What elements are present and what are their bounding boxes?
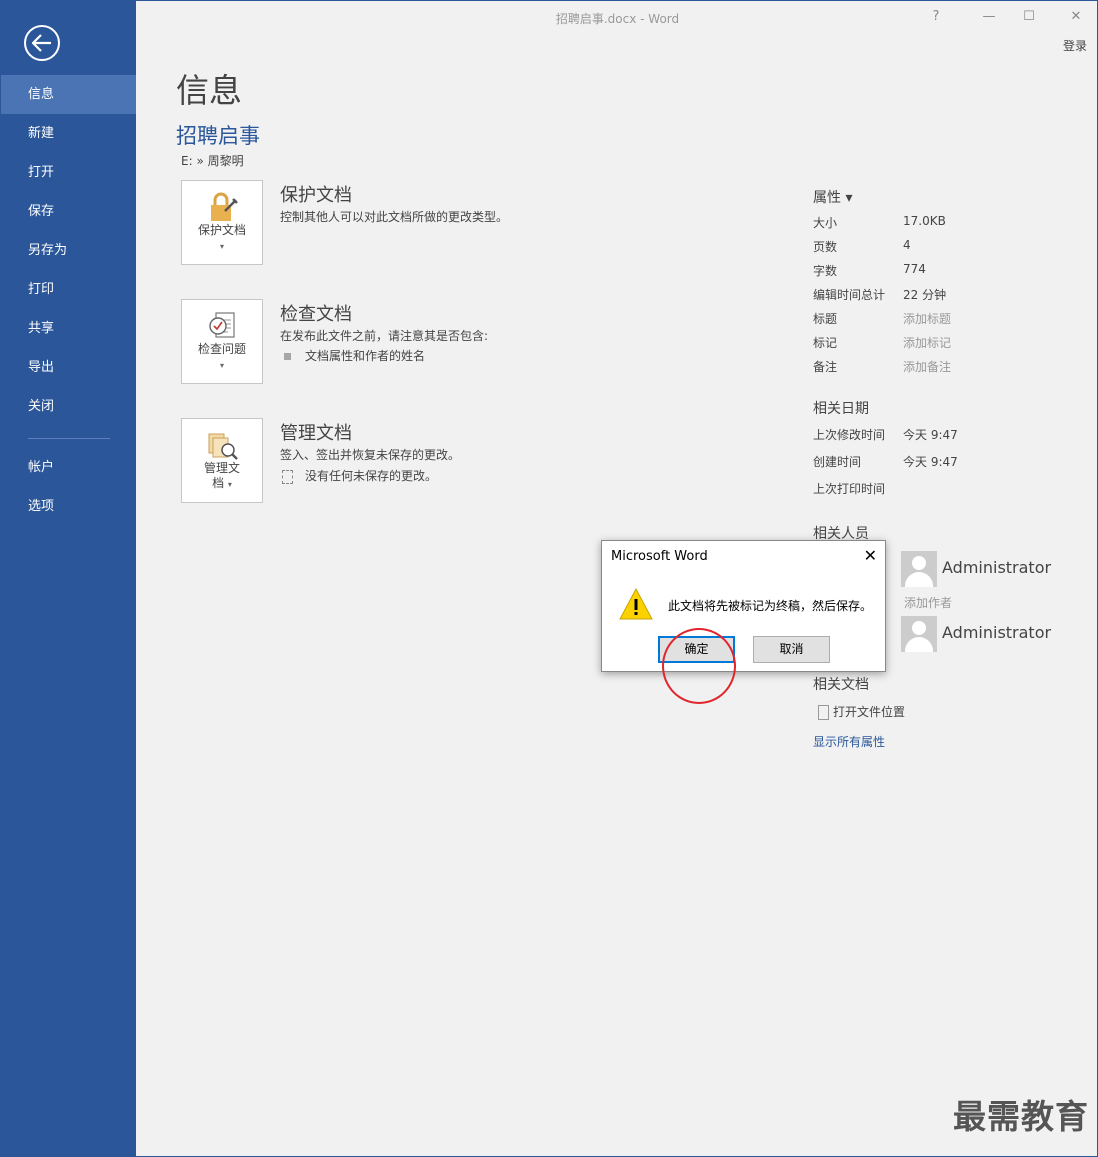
sidebar-divider [28, 438, 110, 439]
add-author-link[interactable]: 添加作者 [904, 594, 952, 611]
help-button[interactable]: ? [924, 6, 948, 28]
add-tags-field[interactable]: 添加标记 [903, 334, 951, 351]
word-window: 信息 新建 打开 保存 另存为 打印 共享 导出 关闭 帐户 选项 招聘启事.d… [0, 0, 1098, 1157]
author-name: Administrator [942, 558, 1052, 577]
sidebar-item-save[interactable]: 保存 [1, 192, 136, 231]
dialog-body: 此文档将先被标记为终稿，然后保存。 [602, 572, 885, 671]
avatar [901, 551, 937, 587]
prop-val-pages: 4 [903, 238, 911, 252]
dialog-message: 此文档将先被标记为终稿，然后保存。 [668, 599, 873, 613]
date-val-modified: 今天 9:47 [903, 428, 958, 442]
sidebar-item-new[interactable]: 新建 [1, 114, 136, 153]
protect-document-button[interactable]: 保护文档 ▾ [181, 180, 263, 265]
prop-key-words: 字数 [813, 264, 838, 278]
prop-key-size: 大小 [813, 216, 838, 230]
add-comments-field[interactable]: 添加备注 [903, 358, 951, 375]
sidebar-item-account[interactable]: 帐户 [1, 448, 136, 487]
document-path[interactable]: E: » 周黎明 [181, 152, 244, 169]
protect-heading: 保护文档 [280, 185, 352, 206]
prop-key-comments: 备注 [813, 360, 838, 374]
prop-val-size: 17.0KB [903, 214, 946, 228]
inspect-bullet: 文档属性和作者的姓名 [284, 347, 425, 364]
prop-key-tags: 标记 [813, 336, 838, 350]
manage-versions-icon [206, 429, 240, 463]
avatar [901, 616, 937, 652]
prop-key-pages: 页数 [813, 240, 838, 254]
manage-heading: 管理文档 [280, 423, 352, 444]
sidebar-item-export[interactable]: 导出 [1, 348, 136, 387]
signin-link[interactable]: 登录 [1063, 37, 1087, 54]
watermark-logo: 最需教育 [953, 1097, 1089, 1136]
date-val-created: 今天 9:47 [903, 455, 958, 469]
prop-key-edit-time: 编辑时间总计 [813, 288, 886, 302]
sidebar-item-share[interactable]: 共享 [1, 309, 136, 348]
document-icon [282, 469, 293, 484]
confirm-dialog: Microsoft Word ✕ 此文档将先被标记为终稿，然后保存。 确定 取消 [601, 540, 886, 672]
chevron-down-icon: ▾ [219, 242, 224, 251]
show-all-properties-link[interactable]: 显示所有属性 [813, 733, 885, 750]
manage-bullet: 没有任何未保存的更改。 [282, 467, 437, 484]
backstage-sidebar: 信息 新建 打开 保存 另存为 打印 共享 导出 关闭 帐户 选项 [1, 1, 136, 1156]
manage-tile-label-line2: 档 [212, 476, 225, 490]
close-window-button[interactable]: ✕ [1064, 6, 1088, 28]
date-key-modified: 上次修改时间 [813, 428, 886, 442]
manage-description: 签入、签出并恢复未保存的更改。 [280, 448, 461, 462]
related-dates-heading: 相关日期 [813, 401, 869, 417]
protect-description: 控制其他人可以对此文档所做的更改类型。 [280, 210, 509, 224]
document-title: 招聘启事 [176, 124, 260, 148]
sidebar-item-options[interactable]: 选项 [1, 487, 136, 526]
lock-icon [206, 191, 240, 225]
open-file-location-label: 打开文件位置 [833, 705, 906, 719]
add-title-field[interactable]: 添加标题 [903, 310, 951, 327]
window-title: 招聘启事.docx - Word [555, 12, 680, 26]
inspect-bullet-text: 文档属性和作者的姓名 [305, 349, 426, 363]
page-title: 信息 [176, 71, 242, 110]
prop-val-words: 774 [903, 262, 926, 276]
properties-dropdown[interactable]: 属性 ▾ [813, 187, 852, 207]
sidebar-item-open[interactable]: 打开 [1, 153, 136, 192]
prop-key-title: 标题 [813, 312, 838, 326]
bullet-square-icon [284, 353, 291, 360]
dialog-close-icon[interactable]: ✕ [864, 546, 877, 565]
last-modified-by-name: Administrator [942, 623, 1052, 642]
cancel-button[interactable]: 取消 [753, 636, 830, 663]
related-documents-heading: 相关文档 [813, 677, 869, 693]
dialog-title: Microsoft Word [611, 549, 708, 564]
restore-button[interactable]: ☐ [1017, 6, 1041, 28]
sidebar-item-close[interactable]: 关闭 [1, 387, 136, 426]
check-issues-button[interactable]: 检查问题 ▾ [181, 299, 263, 384]
open-file-location-link[interactable]: 打开文件位置 [818, 703, 905, 720]
manage-tile-label-line1: 管理文 [203, 461, 240, 475]
highlight-circle [662, 628, 736, 704]
chevron-down-icon: ▾ [219, 361, 224, 370]
inspect-document-icon [206, 310, 240, 344]
date-key-created: 创建时间 [813, 455, 862, 469]
sidebar-item-save-as[interactable]: 另存为 [1, 231, 136, 270]
dialog-titlebar: Microsoft Word ✕ [602, 541, 885, 572]
manage-document-button[interactable]: 管理文档 ▾ [181, 418, 263, 503]
manage-bullet-text: 没有任何未保存的更改。 [305, 469, 438, 483]
back-arrow-icon[interactable] [24, 25, 60, 61]
check-issues-tile-label: 检查问题 [197, 342, 246, 356]
inspect-description: 在发布此文件之前，请注意其是否包含: [280, 329, 489, 343]
protect-tile-label: 保护文档 [197, 223, 246, 237]
warning-icon [619, 587, 653, 624]
file-icon [818, 705, 829, 720]
minimize-button[interactable]: — [977, 6, 1001, 28]
date-key-printed: 上次打印时间 [813, 482, 886, 496]
chevron-down-icon: ▾ [227, 480, 232, 489]
sidebar-item-print[interactable]: 打印 [1, 270, 136, 309]
inspect-heading: 检查文档 [280, 304, 352, 325]
sidebar-item-info[interactable]: 信息 [1, 75, 136, 114]
prop-val-edit-time: 22 分钟 [903, 288, 947, 302]
